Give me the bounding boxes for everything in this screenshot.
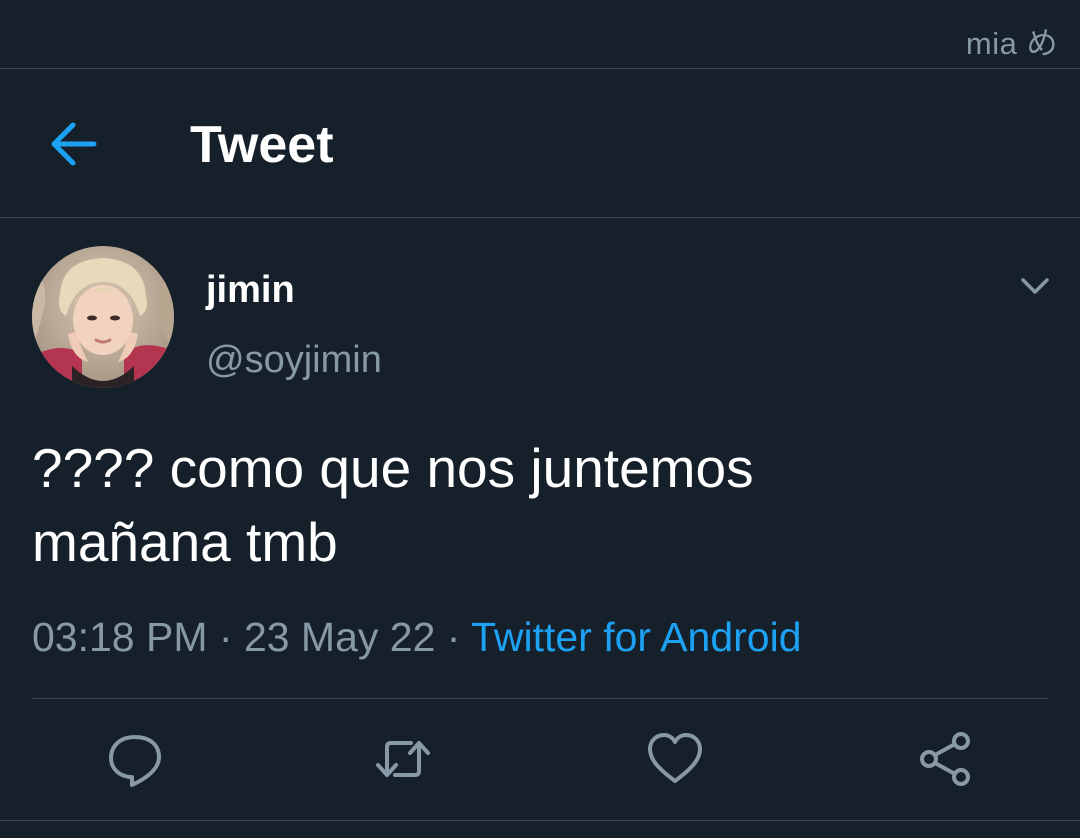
tweet-meta: 03:18 PM · 23 May 22 · Twitter for Andro… [32, 612, 802, 662]
retweet-icon [376, 741, 430, 777]
like-button[interactable] [645, 729, 705, 789]
tweet-text-line-1: ???? como que nos juntemos [32, 437, 754, 499]
divider [32, 698, 1048, 699]
tweet-source-link[interactable]: Twitter for Android [471, 614, 801, 660]
back-button[interactable] [46, 119, 102, 169]
avatar-image [32, 246, 174, 388]
arrow-left-icon [51, 122, 97, 166]
tweet-options-button[interactable] [1014, 268, 1056, 304]
status-bar: mia め [0, 0, 1080, 69]
meta-separator: · [435, 614, 472, 660]
tweet-time: 03:18 PM [32, 614, 208, 660]
tweet-text-line-2: mañana tmb [32, 511, 338, 573]
like-icon [648, 733, 702, 783]
status-text: mia め [965, 26, 1058, 61]
top-app-bar: Tweet [0, 69, 1080, 218]
share-button[interactable] [915, 729, 975, 789]
page-title: Tweet [190, 116, 334, 174]
meta-separator: · [207, 614, 244, 660]
chevron-down-icon [1021, 278, 1049, 294]
tweet-text: ???? como que nos juntemos mañana tmb [32, 431, 1042, 579]
avatar[interactable] [32, 246, 174, 388]
author-display-name[interactable]: jimin [206, 266, 295, 314]
reply-button[interactable] [105, 729, 165, 789]
tweet-date: 23 May 22 [243, 614, 436, 660]
reply-icon [109, 735, 161, 787]
share-icon [920, 732, 970, 786]
retweet-button[interactable] [373, 729, 433, 789]
author-handle[interactable]: @soyjimin [206, 336, 382, 384]
bottom-divider [0, 820, 1080, 821]
